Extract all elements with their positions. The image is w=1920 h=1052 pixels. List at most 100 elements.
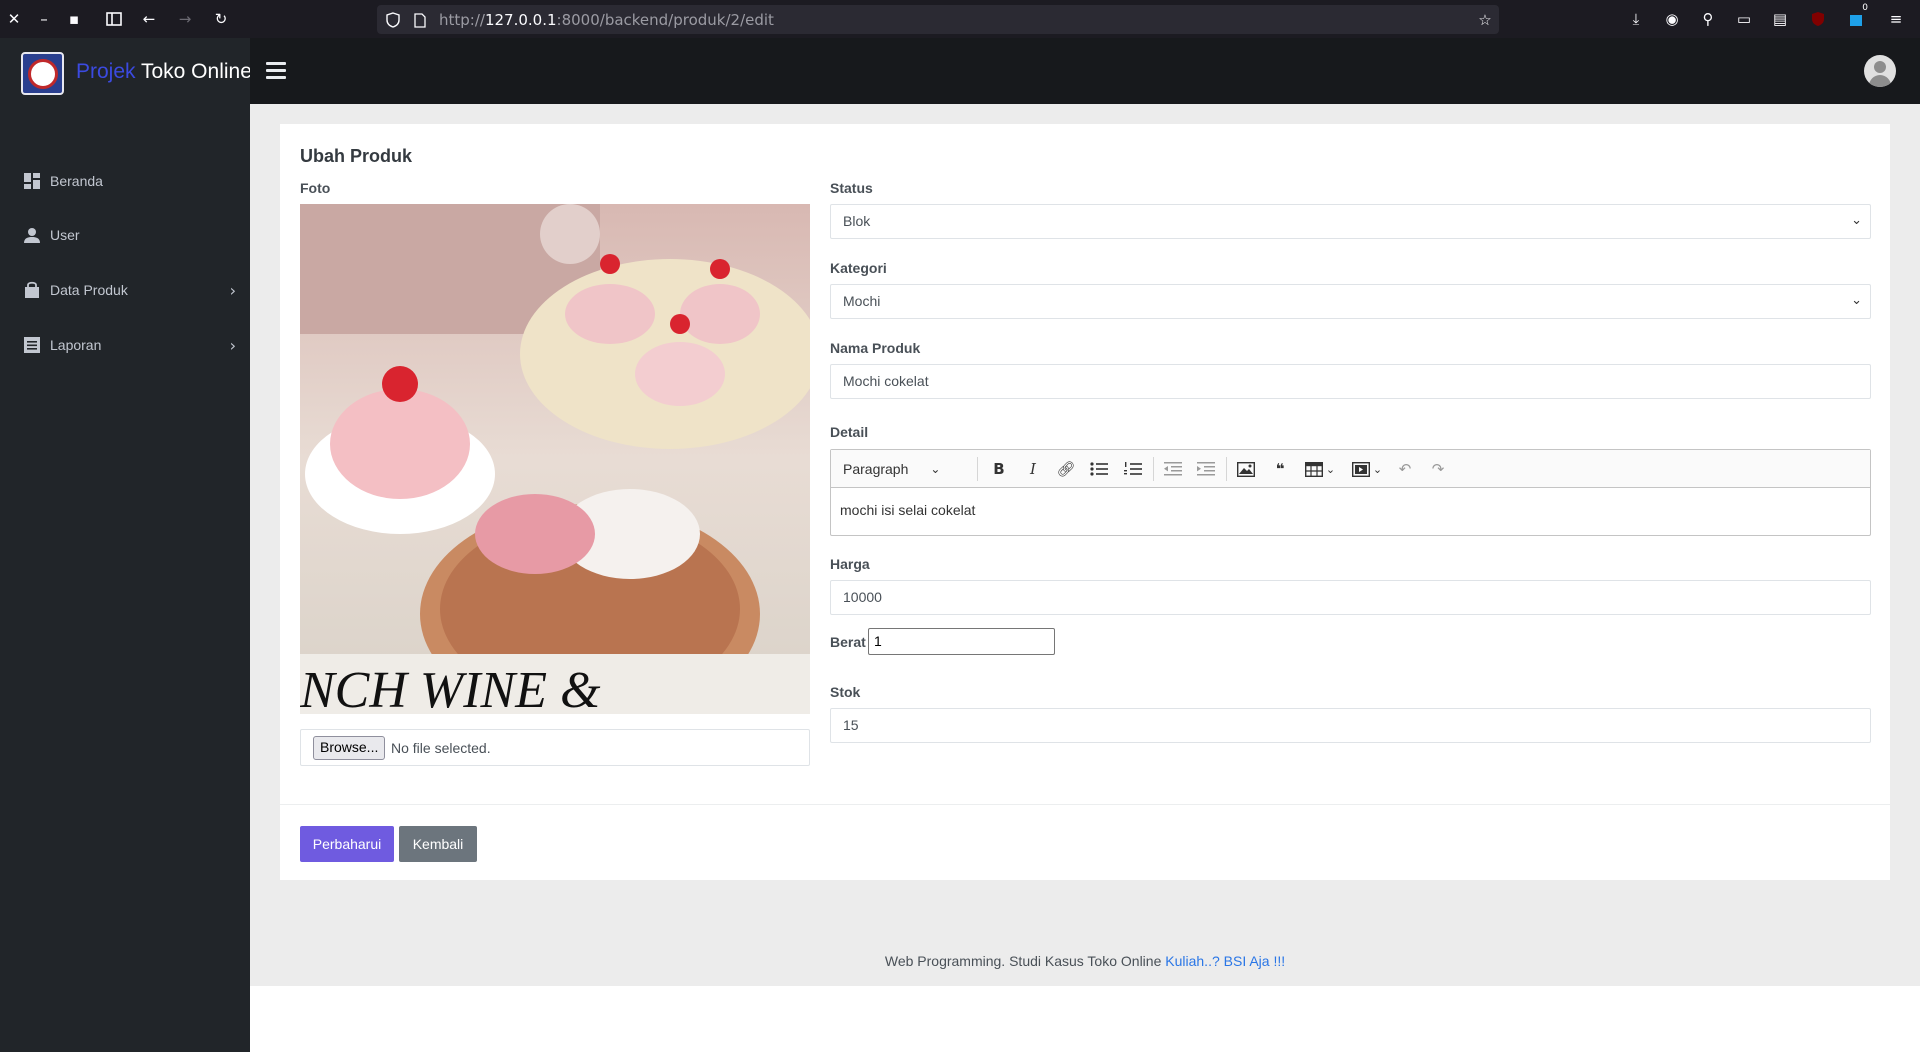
user-avatar[interactable] bbox=[1864, 55, 1896, 87]
chevron-right-icon: › bbox=[229, 335, 236, 355]
detail-label: Detail bbox=[830, 424, 869, 440]
top-navbar bbox=[250, 38, 1920, 104]
footer-text: Web Programming. Studi Kasus Toko Online bbox=[884, 953, 1166, 969]
sidebar-item-beranda[interactable]: Beranda bbox=[0, 161, 250, 201]
sidebar-toggle-icon[interactable] bbox=[104, 9, 124, 29]
editor-toolbar: Paragraph ⌄ B I 🔗︎ ❝ ⌄ ⌄ ↶ ↷ bbox=[831, 450, 1870, 488]
chevron-down-icon: ⌄ bbox=[1851, 293, 1862, 308]
brand-logo bbox=[21, 52, 64, 95]
url-host: 127.0.0.1 bbox=[484, 11, 557, 29]
indent-icon[interactable] bbox=[1196, 459, 1216, 479]
file-input[interactable]: Browse... No file selected. bbox=[300, 729, 810, 766]
outdent-icon[interactable] bbox=[1163, 459, 1183, 479]
footer: Web Programming. Studi Kasus Toko Online… bbox=[250, 940, 1920, 986]
page-icon bbox=[410, 10, 430, 30]
brand[interactable]: Projek Toko Online bbox=[0, 38, 252, 104]
berat-label: Berat bbox=[830, 634, 866, 650]
footer-spacer bbox=[250, 986, 1920, 1052]
image-icon[interactable] bbox=[1236, 459, 1256, 479]
extension-badge-count: 0 bbox=[1862, 3, 1868, 13]
list-icon bbox=[23, 336, 41, 354]
sidebar: Projek Toko Online Beranda User Data Pro… bbox=[0, 38, 252, 1052]
url-prefix: http:// bbox=[439, 11, 485, 29]
download-icon[interactable]: ⤓ bbox=[1626, 9, 1646, 29]
bold-icon[interactable]: B bbox=[989, 459, 1009, 479]
footer-link[interactable]: Kuliah..? BSI Aja !!! bbox=[1165, 953, 1285, 969]
nama-produk-input[interactable]: Mochi cokelat bbox=[830, 364, 1871, 399]
kategori-label: Kategori bbox=[830, 260, 887, 276]
media-embed-icon[interactable]: ⌄ bbox=[1348, 459, 1386, 479]
main-content: Ubah Produk Foto NCH WINE & Browse... No… bbox=[250, 104, 1920, 986]
stok-input[interactable]: 15 bbox=[830, 708, 1871, 743]
kategori-select[interactable]: Mochi ⌄ bbox=[830, 284, 1871, 319]
perbaharui-button[interactable]: Perbaharui bbox=[300, 826, 394, 862]
sidebar-item-user[interactable]: User bbox=[0, 215, 250, 255]
berat-value: 1 bbox=[874, 633, 882, 649]
italic-icon[interactable]: I bbox=[1023, 459, 1043, 479]
harga-value: 10000 bbox=[843, 589, 882, 605]
chevron-down-icon: ⌄ bbox=[1325, 462, 1336, 476]
stok-value: 15 bbox=[843, 717, 859, 733]
hamburger-menu-icon[interactable] bbox=[266, 62, 286, 79]
extension-badge-icon[interactable]: 0 bbox=[1846, 3, 1868, 29]
sidebar-item-laporan[interactable]: Laporan › bbox=[0, 325, 250, 365]
forward-icon[interactable]: → bbox=[175, 9, 195, 29]
chevron-down-icon: ⌄ bbox=[1851, 213, 1862, 228]
sidebar-item-label: Data Produk bbox=[50, 282, 128, 298]
browse-button[interactable]: Browse... bbox=[313, 736, 386, 760]
maximize-window-icon[interactable]: ▪ bbox=[64, 9, 84, 29]
chevron-down-icon: ⌄ bbox=[930, 462, 941, 476]
blockquote-icon[interactable]: ❝ bbox=[1270, 459, 1290, 479]
account-icon[interactable]: ◉ bbox=[1662, 9, 1682, 29]
shield-icon[interactable] bbox=[383, 10, 403, 30]
brand-text-part1: Projek bbox=[76, 60, 136, 83]
harga-label: Harga bbox=[830, 556, 870, 572]
url-text[interactable]: http://127.0.0.1:8000/backend/produk/2/e… bbox=[439, 11, 774, 29]
page-title: Ubah Produk bbox=[300, 146, 413, 166]
sidebar-item-label: Beranda bbox=[50, 173, 103, 189]
extensions-icon[interactable]: ⚲ bbox=[1698, 9, 1718, 29]
paragraph-dropdown[interactable]: Paragraph ⌄ bbox=[843, 459, 940, 479]
ublock-icon[interactable] bbox=[1808, 9, 1828, 29]
stok-label: Stok bbox=[830, 684, 861, 700]
status-select[interactable]: Blok ⌄ bbox=[830, 204, 1871, 239]
status-value: Blok bbox=[843, 213, 871, 229]
card-divider bbox=[280, 804, 1890, 805]
minimize-window-icon[interactable]: – bbox=[34, 9, 54, 29]
file-status: No file selected. bbox=[391, 740, 491, 756]
browser-toolbar: ✕ – ▪ ← → ↻ http://127.0.0.1:8000/backen… bbox=[0, 0, 1920, 38]
undo-icon[interactable]: ↶ bbox=[1395, 459, 1415, 479]
shopping-bag-icon bbox=[23, 281, 41, 299]
menu-icon[interactable]: ≡ bbox=[1886, 9, 1906, 29]
link-icon[interactable]: 🔗︎ bbox=[1056, 459, 1076, 479]
bulleted-list-icon[interactable] bbox=[1089, 459, 1109, 479]
sidebar-item-label: User bbox=[50, 227, 80, 243]
url-bar[interactable]: http://127.0.0.1:8000/backend/produk/2/e… bbox=[377, 5, 1499, 34]
chevron-down-icon: ⌄ bbox=[1372, 462, 1383, 476]
chevron-right-icon: › bbox=[229, 280, 236, 300]
berat-input[interactable]: 1 bbox=[868, 628, 1055, 655]
nama-produk-value: Mochi cokelat bbox=[843, 373, 929, 389]
nama-produk-label: Nama Produk bbox=[830, 340, 921, 356]
sidebar-item-label: Laporan bbox=[50, 337, 102, 353]
user-icon bbox=[23, 226, 41, 244]
numbered-list-icon[interactable] bbox=[1123, 459, 1143, 479]
container-icon[interactable]: ▭ bbox=[1734, 9, 1754, 29]
sidebar-item-data-produk[interactable]: Data Produk › bbox=[0, 270, 250, 310]
foto-label: Foto bbox=[300, 180, 331, 196]
detail-editor[interactable]: Paragraph ⌄ B I 🔗︎ ❝ ⌄ ⌄ ↶ ↷ mochi isi s… bbox=[830, 449, 1871, 536]
back-icon[interactable]: ← bbox=[139, 9, 159, 29]
dashboard-icon bbox=[23, 172, 41, 190]
kembali-button[interactable]: Kembali bbox=[399, 826, 477, 862]
bookmark-star-icon[interactable]: ☆ bbox=[1475, 10, 1495, 30]
status-label: Status bbox=[830, 180, 873, 196]
table-icon[interactable]: ⌄ bbox=[1301, 459, 1339, 479]
reload-icon[interactable]: ↻ bbox=[211, 9, 231, 29]
url-rest: :8000/backend/produk/2/edit bbox=[556, 11, 774, 29]
close-window-icon[interactable]: ✕ bbox=[4, 9, 24, 29]
photo-caption: NCH WINE & bbox=[300, 662, 601, 714]
reader-view-icon[interactable]: ▤ bbox=[1770, 9, 1790, 29]
harga-input[interactable]: 10000 bbox=[830, 580, 1871, 615]
redo-icon[interactable]: ↷ bbox=[1428, 459, 1448, 479]
detail-content[interactable]: mochi isi selai cokelat bbox=[840, 502, 975, 518]
